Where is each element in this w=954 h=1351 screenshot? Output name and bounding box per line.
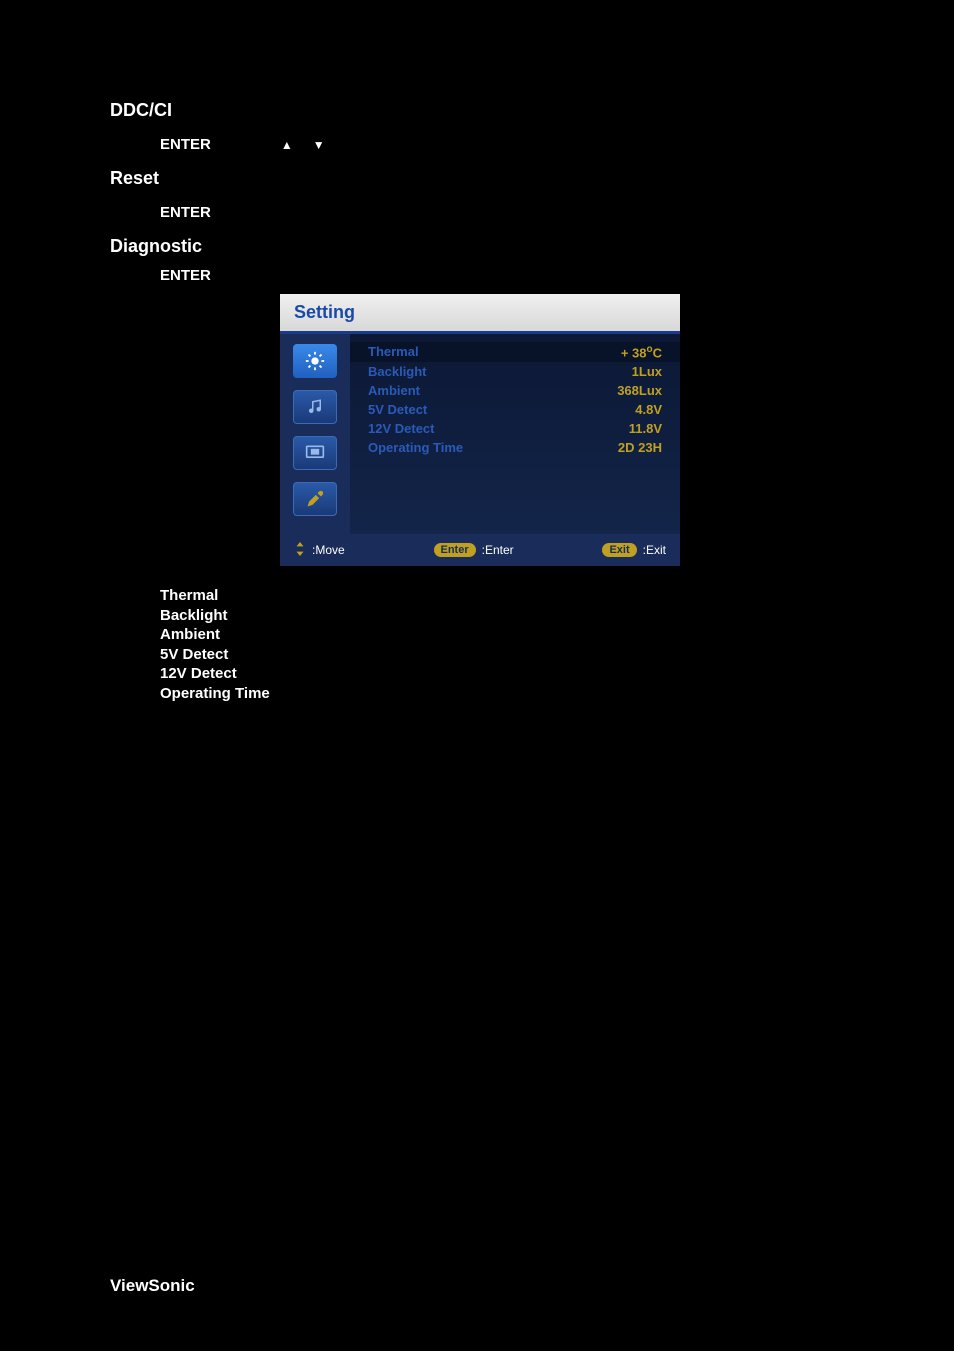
osd-row-thermal[interactable]: Thermal + 38oC — [350, 342, 680, 362]
list-optime: Operating Time — [160, 684, 844, 704]
audio-icon[interactable] — [293, 390, 337, 424]
osd-value-5v: 4.8V — [635, 402, 662, 417]
osd-row-5v[interactable]: 5V Detect 4.8V — [350, 400, 680, 419]
osd-footer: :Move Enter :Enter Exit :Exit — [280, 534, 680, 566]
footer-exit-label: :Exit — [643, 543, 666, 557]
diagnostic-list: Thermal Backlight Ambient 5V Detect 12V … — [160, 586, 844, 703]
footer-enter-label: :Enter — [482, 543, 514, 557]
arrow-down-icon — [313, 138, 325, 152]
osd-label-backlight: Backlight — [368, 364, 427, 379]
osd-value-thermal: + 38oC — [621, 344, 662, 360]
ddcci-enter-label: ENTER — [160, 136, 211, 153]
osd-label-optime: Operating Time — [368, 440, 463, 455]
footer-enter: Enter :Enter — [434, 543, 514, 557]
footer-move: :Move — [294, 542, 345, 558]
updown-icon — [294, 542, 306, 558]
arrow-up-icon — [281, 138, 293, 152]
arrows-group — [281, 138, 325, 152]
osd-title: Setting — [294, 302, 355, 322]
osd-value-backlight: 1Lux — [632, 364, 662, 379]
osd-label-5v: 5V Detect — [368, 402, 427, 417]
list-5v: 5V Detect — [160, 645, 844, 665]
brand-footer: ViewSonic — [110, 1276, 195, 1296]
osd-value-ambient: 368Lux — [617, 383, 662, 398]
section-ddcci-title: DDC/CI — [110, 100, 844, 121]
enter-pill: Enter — [434, 543, 476, 557]
osd-row-12v[interactable]: 12V Detect 11.8V — [350, 419, 680, 438]
osd-panel: Setting Thermal + 38oC Backlight 1 — [280, 294, 680, 566]
osd-label-ambient: Ambient — [368, 383, 420, 398]
osd-value-optime: 2D 23H — [618, 440, 662, 455]
osd-label-thermal: Thermal — [368, 344, 419, 360]
list-backlight: Backlight — [160, 606, 844, 626]
osd-row-backlight[interactable]: Backlight 1Lux — [350, 362, 680, 381]
osd-row-optime[interactable]: Operating Time 2D 23H — [350, 438, 680, 457]
settings-icon[interactable] — [293, 482, 337, 516]
osd-sidebar — [280, 334, 350, 534]
osd-row-ambient[interactable]: Ambient 368Lux — [350, 381, 680, 400]
diagnostic-enter-label: ENTER — [160, 267, 844, 284]
footer-move-label: :Move — [312, 543, 345, 557]
section-diagnostic-title: Diagnostic — [110, 236, 844, 257]
exit-pill: Exit — [602, 543, 636, 557]
brightness-icon[interactable] — [293, 344, 337, 378]
section-reset-title: Reset — [110, 168, 844, 189]
reset-enter-label: ENTER — [160, 204, 844, 221]
display-icon[interactable] — [293, 436, 337, 470]
osd-value-12v: 11.8V — [629, 421, 662, 436]
osd-body: Thermal + 38oC Backlight 1Lux Ambient 36… — [280, 334, 680, 534]
list-ambient: Ambient — [160, 625, 844, 645]
list-12v: 12V Detect — [160, 664, 844, 684]
footer-exit: Exit :Exit — [602, 543, 666, 557]
list-thermal: Thermal — [160, 586, 844, 606]
osd-label-12v: 12V Detect — [368, 421, 434, 436]
osd-header: Setting — [280, 294, 680, 334]
osd-content: Thermal + 38oC Backlight 1Lux Ambient 36… — [350, 334, 680, 534]
